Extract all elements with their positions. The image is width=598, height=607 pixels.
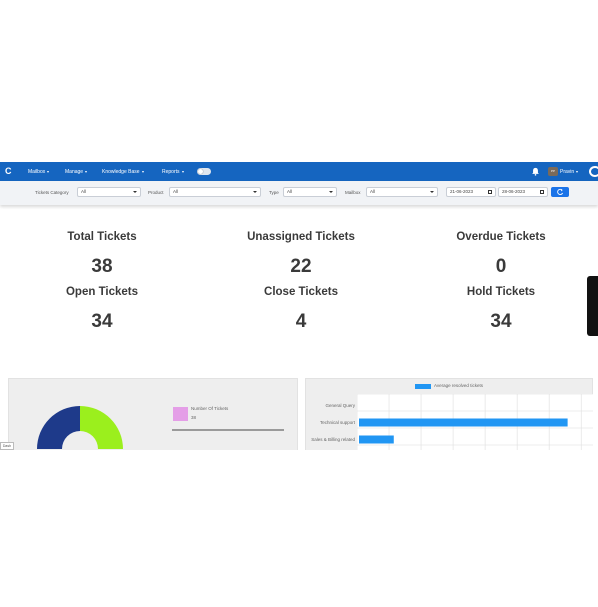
toggle-knob bbox=[198, 169, 203, 174]
chevron-down-icon bbox=[181, 170, 184, 173]
stat-hold-value: 34 bbox=[490, 311, 512, 332]
menu-reports[interactable]: Reports bbox=[162, 168, 184, 176]
stat-unassigned-title: Unassigned Tickets bbox=[247, 231, 355, 243]
loading-icon bbox=[589, 166, 598, 177]
filter-bar: Tickets Category All Product All Type Al… bbox=[0, 181, 598, 205]
chevron-down-icon bbox=[329, 191, 333, 193]
menu-manage[interactable]: Manage bbox=[65, 168, 88, 176]
stat-unassigned-value: 22 bbox=[290, 256, 312, 277]
chevron-down-icon bbox=[576, 170, 579, 173]
refresh-button[interactable] bbox=[551, 187, 569, 197]
legend-divider bbox=[172, 429, 284, 431]
donut-slice-green bbox=[80, 406, 123, 449]
chevron-down-icon bbox=[85, 170, 88, 173]
bar[interactable] bbox=[359, 418, 568, 427]
stat-overdue-value: 0 bbox=[495, 256, 507, 277]
menu-knowledge-base[interactable]: Knowledge Base bbox=[102, 168, 144, 176]
menu-mailbox[interactable]: Mailbox bbox=[28, 168, 50, 176]
bell-icon[interactable] bbox=[531, 167, 540, 176]
product-label: Product bbox=[148, 190, 164, 195]
stat-open-title: Open Tickets bbox=[65, 286, 138, 298]
bar-legend-label: Average resolved tickets bbox=[434, 383, 483, 388]
stat-total-value: 38 bbox=[91, 256, 113, 277]
legend-swatch bbox=[173, 407, 188, 421]
bar-chart bbox=[357, 394, 593, 450]
donut-chart bbox=[37, 406, 123, 449]
stat-total-title: Total Tickets bbox=[67, 231, 137, 243]
type-select[interactable]: All bbox=[283, 187, 337, 197]
chevron-down-icon bbox=[430, 191, 434, 193]
date-from-value: 21-06-2023 bbox=[450, 189, 474, 194]
date-from-input[interactable]: 21-06-2023 bbox=[446, 187, 496, 197]
stat-close-title: Close Tickets bbox=[264, 286, 338, 298]
bar[interactable] bbox=[359, 435, 394, 444]
bar-category-label: Sales & Billing related bbox=[311, 436, 355, 442]
donut-legend-label: Number Of Tickets bbox=[191, 406, 229, 411]
chevron-down-icon bbox=[141, 170, 144, 173]
mailbox-select-value: All bbox=[370, 189, 376, 194]
refresh-icon bbox=[557, 188, 564, 195]
bar-legend-swatch[interactable] bbox=[415, 384, 431, 389]
category-select-value: All bbox=[81, 189, 87, 194]
bar-category-label: Technical support bbox=[319, 419, 355, 425]
user-avatar[interactable]: PP bbox=[548, 167, 558, 176]
donut-legend-value: 38 bbox=[191, 415, 197, 420]
menu-knowledge-base-label: Knowledge Base bbox=[102, 169, 140, 175]
date-to-input[interactable]: 28-06-2023 bbox=[498, 187, 548, 197]
product-select-value: All bbox=[173, 189, 179, 194]
chevron-down-icon bbox=[253, 191, 257, 193]
side-panel-tab[interactable] bbox=[587, 276, 598, 336]
product-select[interactable]: All bbox=[169, 187, 261, 197]
calendar-icon bbox=[488, 190, 492, 194]
bar-category-label: General Query bbox=[325, 402, 355, 408]
stat-open-value: 34 bbox=[91, 311, 113, 332]
calendar-icon bbox=[540, 190, 544, 194]
date-to-value: 28-06-2023 bbox=[502, 189, 526, 194]
category-select[interactable]: All bbox=[77, 187, 141, 197]
chevron-down-icon bbox=[133, 191, 137, 193]
theme-toggle[interactable] bbox=[197, 168, 211, 175]
stat-overdue-title: Overdue Tickets bbox=[456, 231, 546, 243]
type-select-value: All bbox=[287, 189, 293, 194]
menu-mailbox-label: Mailbox bbox=[28, 169, 46, 175]
type-label: Type bbox=[269, 190, 279, 195]
stat-hold-title: Hold Tickets bbox=[466, 286, 536, 298]
category-label: Tickets Category bbox=[35, 190, 69, 195]
mailbox-label: Mailbox bbox=[345, 190, 361, 195]
user-name-label: Pravin bbox=[560, 169, 575, 175]
user-menu[interactable]: Pravin bbox=[560, 168, 579, 176]
stat-close-value: 4 bbox=[295, 311, 307, 332]
dashboard-viewport: C Mailbox Manage Knowledge Base Reports … bbox=[0, 162, 598, 450]
menu-manage-label: Manage bbox=[65, 169, 84, 175]
menu-reports-label: Reports bbox=[162, 169, 180, 175]
donut-slice-navy bbox=[37, 406, 80, 449]
dash-badge[interactable]: Dash bbox=[0, 442, 14, 450]
app-logo[interactable]: C bbox=[5, 166, 15, 177]
mailbox-select[interactable]: All bbox=[366, 187, 438, 197]
chevron-down-icon bbox=[47, 170, 50, 173]
top-navbar: C Mailbox Manage Knowledge Base Reports … bbox=[0, 162, 598, 181]
